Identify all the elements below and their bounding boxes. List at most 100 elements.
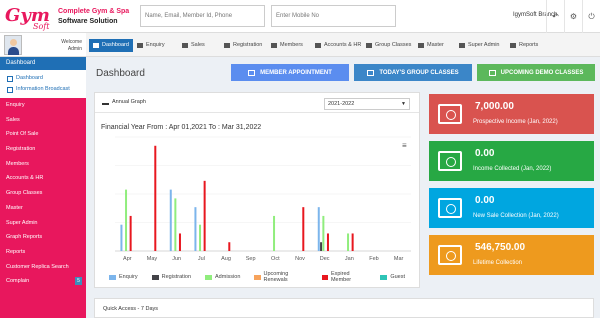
bar-admission-jul[interactable] (199, 224, 202, 251)
bar-registration-dec[interactable] (320, 242, 323, 251)
year-select-value: 2021-2022 (328, 101, 355, 107)
bar-admission-dec[interactable] (322, 215, 325, 251)
avatar[interactable] (4, 35, 22, 55)
bar-admission-jan[interactable] (347, 233, 350, 251)
back-arrow-icon[interactable]: ↶ (546, 0, 564, 33)
sidebar-item-dashboard[interactable]: Dashboard (0, 57, 86, 70)
tab-super-admin[interactable]: Super Admin (459, 39, 500, 52)
accounts-icon (315, 43, 321, 48)
sidebar-item-complain[interactable]: Complain 5 (0, 274, 86, 289)
sidebar-subitem-broadcast[interactable]: Information Broadcast (0, 84, 86, 95)
bar-expired-member-apr[interactable] (129, 215, 132, 251)
bar-admission-oct[interactable] (273, 215, 276, 251)
legend-label: Upcoming Renewals (263, 271, 289, 283)
legend-item-guest[interactable]: Guest (380, 271, 405, 283)
bar-expired-member-aug[interactable] (228, 242, 231, 251)
tab-bar: Dashboard Enquiry Sales Registration Mem… (86, 33, 600, 57)
legend-item-upcoming-renewals[interactable]: Upcoming Renewals (254, 271, 307, 283)
gym-soft-logo[interactable]: Gym Soft (3, 2, 55, 31)
legend-swatch (380, 274, 388, 280)
legend-item-enquiry[interactable]: Enquiry (109, 271, 138, 283)
dashboard-icon (7, 75, 13, 82)
x-tick-label: Aug (221, 256, 231, 262)
x-tick-label: Sep (246, 256, 256, 262)
graph-panel-title: Annual Graph (102, 99, 146, 105)
tab-label: Registration (233, 42, 263, 48)
mobile-search-input[interactable]: Enter Mobile No (271, 5, 396, 27)
stat-card-lifetime-collection[interactable]: 546,750.00 Lifetime Collection (429, 235, 594, 275)
sidebar-item-master[interactable]: Master (0, 201, 86, 216)
user-panel: Welcome Admin (0, 33, 86, 57)
sidebar-item-accounts-hr[interactable]: Accounts & HR (0, 171, 86, 186)
stat-value: 7,000.00 (475, 101, 514, 112)
power-icon[interactable]: ⏻ (582, 0, 600, 33)
sidebar-item-point-of-sale[interactable]: Point Of Sale (0, 127, 86, 142)
legend-item-expired-member[interactable]: Expired Member (321, 271, 367, 283)
sidebar-item-enquiry[interactable]: Enquiry (0, 98, 86, 113)
bar-admission-jun[interactable] (174, 198, 177, 251)
tab-label: Sales (191, 42, 205, 48)
quick-access-panel[interactable]: Quick Access - 7 Days (94, 298, 594, 318)
registration-icon (224, 43, 230, 48)
sidebar-submenu: Dashboard Information Broadcast (0, 70, 86, 98)
year-select[interactable]: 2021-2022 ▼ (324, 98, 410, 110)
bar-expired-member-nov[interactable] (302, 207, 305, 251)
bar-expired-member-may[interactable] (154, 145, 157, 251)
tab-master[interactable]: Master (418, 39, 444, 52)
tab-group-classes[interactable]: Group Classes (366, 39, 411, 52)
legend-swatch (254, 274, 261, 280)
x-tick-label: Jan (345, 256, 354, 262)
tab-label: Master (427, 42, 444, 48)
brand-line-2: Software Solution (58, 18, 118, 25)
bar-enquiry-apr[interactable] (120, 224, 123, 251)
bar-expired-member-jan[interactable] (351, 233, 354, 251)
bar-enquiry-dec[interactable] (317, 207, 320, 251)
sidebar-item-sales[interactable]: Sales (0, 113, 86, 128)
tab-accounts-hr[interactable]: Accounts & HR (315, 39, 361, 52)
member-appointment-button[interactable]: MEMBER APPOINTMENT (231, 64, 349, 81)
tab-sales[interactable]: Sales (182, 39, 205, 52)
sidebar-item-super-admin[interactable]: Super Admin (0, 216, 86, 231)
bar-enquiry-jul[interactable] (194, 207, 197, 251)
sidebar-item-reports[interactable]: Reports (0, 245, 86, 260)
x-tick-label: Oct (271, 256, 280, 262)
gear-icon[interactable]: ⚙ (564, 0, 582, 33)
stat-card-income-collected[interactable]: 0.00 Income Collected (Jan, 2022) (429, 141, 594, 181)
stat-label: Income Collected (Jan, 2022) (473, 166, 552, 172)
group-classes-icon (366, 43, 372, 48)
sidebar-item-customer-replica-search[interactable]: Customer Replica Search (0, 260, 86, 275)
stat-value: 546,750.00 (475, 242, 526, 253)
tab-dashboard[interactable]: Dashboard (89, 39, 133, 52)
tab-label: Enquiry (146, 42, 165, 48)
sidebar-subitem-dashboard[interactable]: Dashboard (0, 73, 86, 84)
tab-registration[interactable]: Registration (224, 39, 262, 52)
legend-label: Expired Member (330, 271, 352, 283)
stat-card-prospective-income[interactable]: 7,000.00 Prospective Income (Jan, 2022) (429, 94, 594, 134)
svg-text:Soft: Soft (33, 22, 50, 31)
bar-expired-member-jun[interactable] (178, 233, 181, 251)
tab-label: Reports (519, 42, 539, 48)
legend-swatch (109, 274, 116, 280)
legend-item-admission[interactable]: Admission (205, 271, 240, 283)
bar-expired-member-dec[interactable] (326, 233, 329, 251)
stat-card-new-sale-collection[interactable]: 0.00 New Sale Collection (Jan, 2022) (429, 188, 594, 228)
sidebar-item-group-classes[interactable]: Group Classes (0, 186, 86, 201)
top-header: Gym Soft Complete Gym & Spa Software Sol… (0, 0, 600, 33)
legend-item-registration[interactable]: Registration (151, 271, 191, 283)
todays-group-classes-button[interactable]: TODAY'S GROUP CLASSES (354, 64, 472, 81)
member-search-input[interactable]: Name, Email, Member Id, Phone (140, 5, 265, 27)
sidebar-item-graph-reports[interactable]: Graph Reports (0, 230, 86, 245)
bar-admission-apr[interactable] (125, 189, 128, 251)
sidebar-item-registration[interactable]: Registration (0, 142, 86, 157)
bar-enquiry-jun[interactable] (169, 189, 172, 251)
legend-swatch (321, 274, 328, 280)
upcoming-demo-classes-button[interactable]: UPCOMING DEMO CLASSES (477, 64, 595, 81)
bar-expired-member-jul[interactable] (203, 180, 206, 251)
tab-enquiry[interactable]: Enquiry (137, 39, 165, 52)
sidebar-item-members[interactable]: Members (0, 157, 86, 172)
graph-panel-header: Annual Graph 2021-2022 ▼ (95, 93, 419, 113)
tab-members[interactable]: Members (271, 39, 303, 52)
tab-reports[interactable]: Reports (510, 39, 538, 52)
group-classes-icon (367, 69, 375, 76)
stat-value: 0.00 (475, 195, 495, 206)
